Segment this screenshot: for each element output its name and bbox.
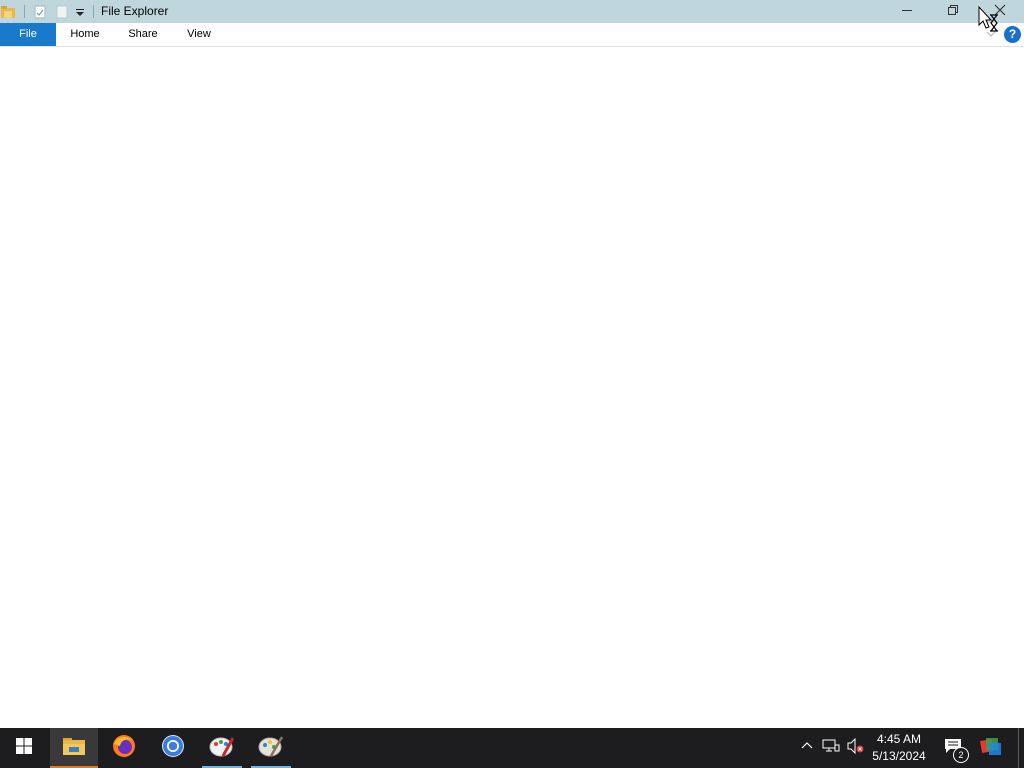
windows-logo-icon [16, 737, 32, 759]
network-button[interactable] [820, 728, 842, 768]
start-button[interactable] [0, 728, 48, 768]
ribbon-tabs: File Home Share View ? [0, 23, 1024, 47]
volume-button[interactable] [844, 728, 866, 768]
customize-quick-access-dropdown[interactable] [75, 0, 87, 23]
chevron-up-icon [801, 739, 813, 757]
tab-home[interactable]: Home [60, 23, 110, 46]
taskbar-firefox[interactable] [100, 728, 148, 768]
tab-share[interactable]: Share [118, 23, 168, 46]
new-folder-icon[interactable] [55, 0, 71, 23]
chrome-icon [161, 734, 185, 763]
minimize-button[interactable] [884, 0, 930, 23]
minimize-icon [901, 3, 913, 21]
color-app-icon [980, 736, 1002, 761]
tab-file[interactable]: File [0, 23, 56, 46]
title-bar: File Explorer [0, 0, 1024, 24]
taskbar-file-explorer[interactable] [50, 728, 98, 768]
tab-view[interactable]: View [176, 23, 222, 46]
paint-icon [209, 734, 235, 763]
clock-date: 5/13/2024 [872, 749, 926, 763]
show-hidden-icons-button[interactable] [798, 728, 816, 768]
folder-icon[interactable] [0, 0, 18, 23]
tray-app-button[interactable] [976, 728, 1006, 768]
taskbar-paint[interactable] [198, 728, 246, 768]
volume-muted-icon [846, 737, 864, 759]
mouse-cursor-icon [978, 5, 1000, 32]
palette-icon [258, 734, 284, 763]
taskbar-paint-3d[interactable] [247, 728, 295, 768]
restore-button[interactable] [930, 0, 976, 23]
explorer-content-area[interactable] [0, 47, 1024, 728]
system-clock[interactable]: 4:45 AM 5/13/2024 [868, 731, 930, 765]
restore-icon [947, 3, 959, 21]
separator [93, 5, 94, 18]
properties-icon[interactable] [33, 0, 49, 23]
show-desktop-button[interactable] [1018, 728, 1024, 768]
window-title: File Explorer [101, 4, 169, 18]
network-icon [822, 738, 840, 759]
clock-time: 4:45 AM [876, 732, 922, 746]
separator [24, 5, 25, 18]
folder-icon [62, 736, 86, 761]
action-center-button[interactable]: 2 [938, 728, 969, 768]
taskbar: 4:45 AM 5/13/2024 2 [0, 728, 1024, 768]
notification-count-badge: 2 [953, 747, 969, 763]
taskbar-chrome[interactable] [149, 728, 197, 768]
help-button[interactable]: ? [1004, 26, 1021, 43]
firefox-icon [112, 734, 136, 763]
